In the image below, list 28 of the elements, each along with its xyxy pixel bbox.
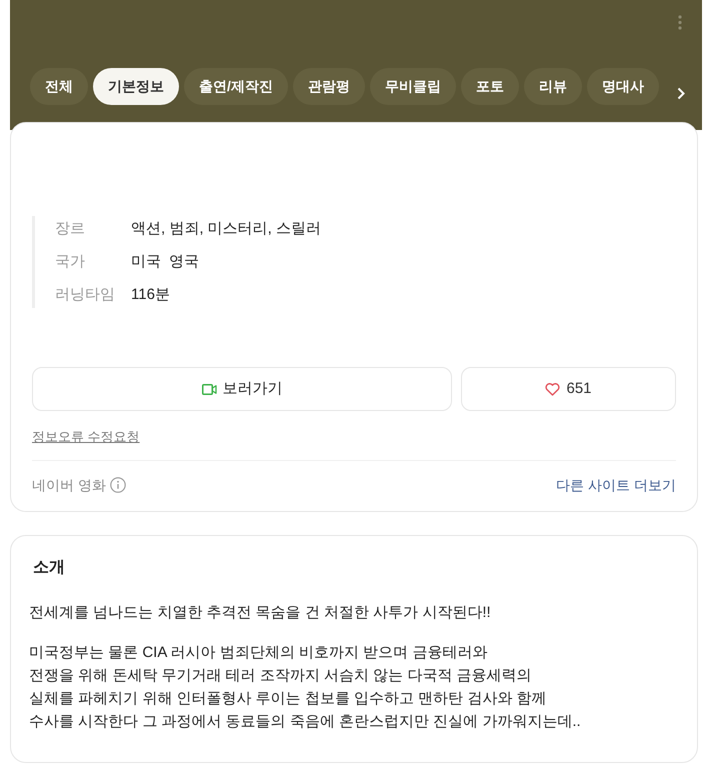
synopsis-paragraph: 미국정부는 물론 CIA 러시아 범죄단체의 비호까지 받으며 금융테러와 전쟁을 위해 돈세탁 무기거래 테러 조작까지 서슴치 않는 다국적 금융세력의 실체를 파헤치기 위해 인터폴형사 루이는 첩보를 입수하고 맨하탄 검사와 함께 수사를 시작한다 그 과정에서 동료들의 죽음에 혼란스럽지만 진실에 가까워지는데.. (29, 643, 582, 732)
field-value: 116분 (131, 284, 170, 305)
category-tab[interactable]: 출연/제작진 (184, 68, 288, 105)
heart-icon (545, 382, 560, 396)
video-camera-icon (202, 384, 216, 394)
category-tab[interactable]: 포토 (460, 68, 519, 105)
category-tab[interactable]: 명대사 (586, 68, 659, 105)
info-icon[interactable] (110, 477, 126, 493)
field-value: 미국 (131, 252, 161, 272)
synopsis-paragraph: 전세계를 넘나드는 치열한 추격전 목숨을 건 처절한 사투가 시작된다!! (29, 603, 492, 623)
like-button[interactable]: 651 (461, 367, 676, 411)
field-label: 장르 (55, 218, 86, 239)
category-tab[interactable]: 리뷰 (524, 68, 582, 105)
report-error-link[interactable]: 정보오류 수정요청 (32, 429, 140, 444)
more-sites-link[interactable]: 다른 사이트 더보기 (556, 474, 676, 496)
category-tab[interactable]: 무비클립 (370, 68, 456, 105)
source-label: 네이버 영화 (32, 476, 106, 494)
chevron-right-icon[interactable] (677, 87, 685, 100)
field-label: 국가 (55, 252, 86, 272)
watch-button[interactable]: 보러가기 (32, 367, 452, 411)
category-tab[interactable]: 전체 (30, 68, 88, 105)
synopsis-title: 소개 (32, 558, 66, 578)
field-value: 영국 (169, 252, 199, 272)
field-label: 러닝타임 (55, 284, 116, 305)
category-tab[interactable]: 기본정보 (93, 68, 179, 105)
field-value: 액션, 범죄, 미스터리, 스릴러 (131, 218, 322, 239)
category-tab[interactable]: 관람평 (292, 68, 365, 105)
more-menu-icon[interactable] (678, 15, 682, 30)
